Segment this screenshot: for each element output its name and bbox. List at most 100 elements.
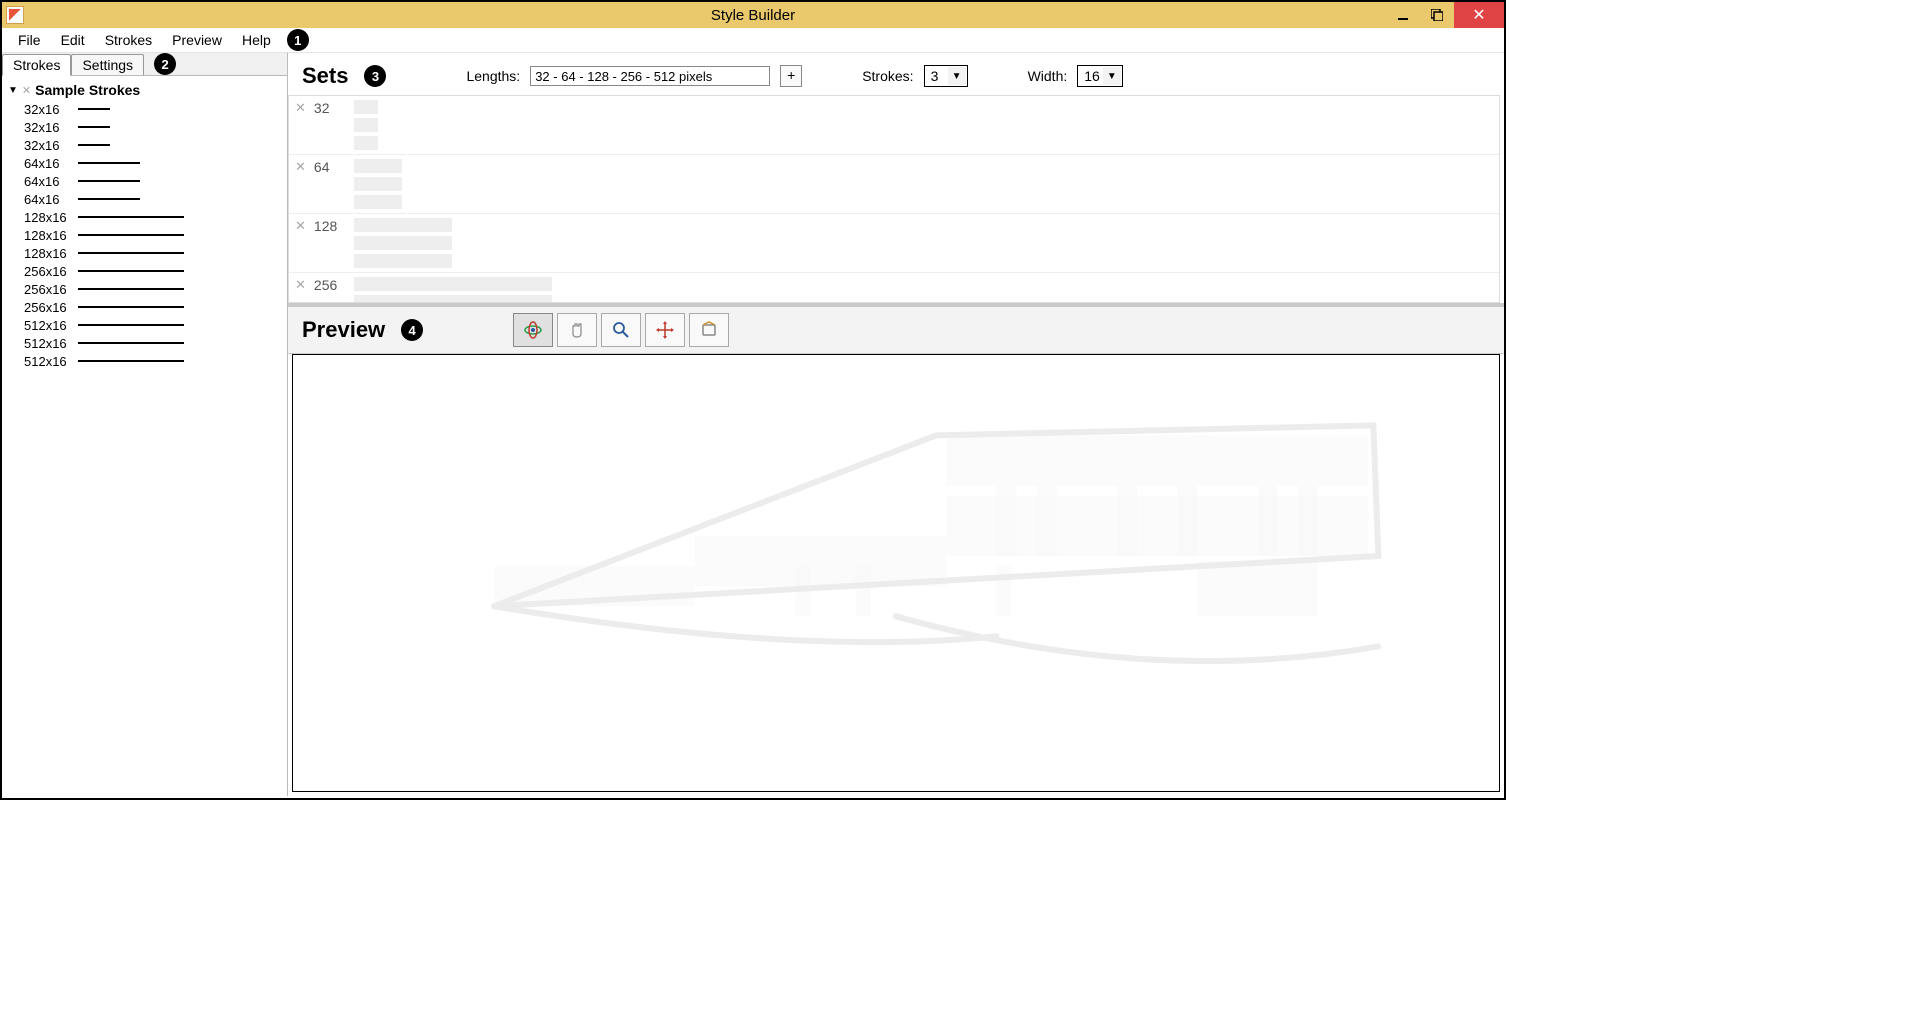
menu-preview[interactable]: Preview	[162, 29, 232, 51]
set-row[interactable]: ✕ 64	[289, 155, 1499, 214]
remove-set-icon[interactable]: ✕	[295, 159, 306, 175]
zoom-button[interactable]	[601, 313, 641, 347]
stroke-item[interactable]: 32x16	[4, 118, 285, 136]
stroke-preview-icon	[78, 270, 184, 272]
stroke-item-label: 256x16	[24, 282, 74, 297]
set-row[interactable]: ✕32	[289, 96, 1499, 155]
stroke-slots	[354, 159, 402, 209]
stroke-preview-icon	[78, 180, 140, 182]
strokes-select[interactable]: 3 ▼	[924, 65, 968, 87]
main-area: Sets 3 Lengths: + Strokes: 3 ▼ Width: 16…	[288, 53, 1504, 796]
stroke-preview-icon	[78, 108, 110, 110]
stroke-item[interactable]: 32x16	[4, 100, 285, 118]
stroke-preview-icon	[78, 342, 184, 344]
menu-edit[interactable]: Edit	[51, 29, 95, 51]
stroke-item[interactable]: 256x16	[4, 298, 285, 316]
app-icon	[6, 6, 24, 24]
stroke-item-label: 512x16	[24, 336, 74, 351]
menu-strokes[interactable]: Strokes	[95, 29, 162, 51]
stroke-item-label: 128x16	[24, 246, 74, 261]
minimize-button[interactable]	[1386, 2, 1420, 28]
stroke-slot[interactable]	[354, 177, 402, 191]
stroke-slot[interactable]	[354, 295, 552, 303]
stroke-preview-icon	[78, 216, 184, 218]
stroke-item[interactable]: 64x16	[4, 172, 285, 190]
expand-icon[interactable]: ▼	[8, 85, 18, 96]
callout-1: 1	[287, 29, 309, 51]
stroke-item[interactable]: 128x16	[4, 244, 285, 262]
stroke-slot[interactable]	[354, 195, 402, 209]
stroke-item[interactable]: 32x16	[4, 136, 285, 154]
callout-2: 2	[154, 53, 176, 75]
zoom-extents-icon	[655, 320, 675, 340]
stroke-item[interactable]: 512x16	[4, 334, 285, 352]
chevron-down-icon: ▼	[948, 67, 966, 85]
window-title: Style Builder	[711, 7, 795, 24]
stroke-slot[interactable]	[354, 254, 452, 268]
stroke-item[interactable]: 256x16	[4, 280, 285, 298]
callout-3: 3	[364, 65, 386, 87]
stroke-item[interactable]: 64x16	[4, 154, 285, 172]
lengths-input[interactable]	[530, 66, 770, 86]
tab-settings[interactable]: Settings	[71, 54, 144, 75]
tree-header[interactable]: ▼ ✕ Sample Strokes	[4, 80, 285, 100]
preview-toolbar	[513, 313, 729, 347]
stroke-slot[interactable]	[354, 136, 378, 150]
refresh-button[interactable]	[689, 313, 729, 347]
preview-canvas[interactable]	[292, 354, 1500, 792]
stroke-slot[interactable]	[354, 118, 378, 132]
stroke-slots	[354, 277, 552, 303]
zoom-extents-button[interactable]	[645, 313, 685, 347]
width-select[interactable]: 16 ▼	[1077, 65, 1123, 87]
close-icon[interactable]: ✕	[22, 84, 31, 97]
stroke-slot[interactable]	[354, 236, 452, 250]
stroke-preview-icon	[78, 234, 184, 236]
sets-list[interactable]: ✕32✕64✕128✕256	[288, 95, 1500, 303]
sidebar-tabs: Strokes Settings 2	[2, 53, 287, 76]
remove-set-icon[interactable]: ✕	[295, 277, 306, 293]
set-row[interactable]: ✕ 256	[289, 273, 1499, 303]
pan-button[interactable]	[557, 313, 597, 347]
refresh-icon	[699, 320, 719, 340]
stroke-slot[interactable]	[354, 100, 378, 114]
stroke-preview-icon	[78, 324, 184, 326]
add-length-button[interactable]: +	[780, 65, 802, 87]
maximize-button[interactable]	[1420, 2, 1454, 28]
set-length-label: 128	[314, 218, 346, 234]
stroke-tree: ▼ ✕ Sample Strokes 32x1632x1632x1664x166…	[2, 76, 287, 374]
stroke-item[interactable]: 128x16	[4, 208, 285, 226]
remove-set-icon[interactable]: ✕	[295, 218, 306, 234]
set-length-label: 256	[314, 277, 346, 293]
set-length-label: 64	[314, 159, 346, 175]
stroke-item-label: 128x16	[24, 210, 74, 225]
remove-set-icon[interactable]: ✕	[295, 100, 306, 116]
tab-strokes[interactable]: Strokes	[2, 54, 71, 76]
stroke-item[interactable]: 256x16	[4, 262, 285, 280]
stroke-item[interactable]: 128x16	[4, 226, 285, 244]
stroke-slot[interactable]	[354, 159, 402, 173]
window-controls: ✕	[1386, 2, 1504, 28]
orbit-icon	[523, 320, 543, 340]
stroke-item-label: 64x16	[24, 192, 74, 207]
stroke-item[interactable]: 64x16	[4, 190, 285, 208]
set-row[interactable]: ✕ 128	[289, 214, 1499, 273]
stroke-slot[interactable]	[354, 218, 452, 232]
menu-help[interactable]: Help	[232, 29, 281, 51]
close-button[interactable]: ✕	[1454, 2, 1504, 28]
stroke-item-label: 256x16	[24, 264, 74, 279]
stroke-slot[interactable]	[354, 277, 552, 291]
stroke-preview-icon	[78, 162, 140, 164]
tree-title: Sample Strokes	[35, 82, 140, 98]
lengths-label: Lengths:	[466, 68, 520, 84]
titlebar: Style Builder ✕	[2, 2, 1504, 28]
menu-file[interactable]: File	[8, 29, 51, 51]
stroke-item[interactable]: 512x16	[4, 352, 285, 370]
orbit-button[interactable]	[513, 313, 553, 347]
stroke-item-label: 32x16	[24, 138, 74, 153]
stroke-preview-icon	[78, 306, 184, 308]
preview-title: Preview	[302, 317, 385, 343]
stroke-slots	[354, 218, 452, 268]
stroke-preview-icon	[78, 252, 184, 254]
stroke-item[interactable]: 512x16	[4, 316, 285, 334]
stroke-item-label: 32x16	[24, 120, 74, 135]
